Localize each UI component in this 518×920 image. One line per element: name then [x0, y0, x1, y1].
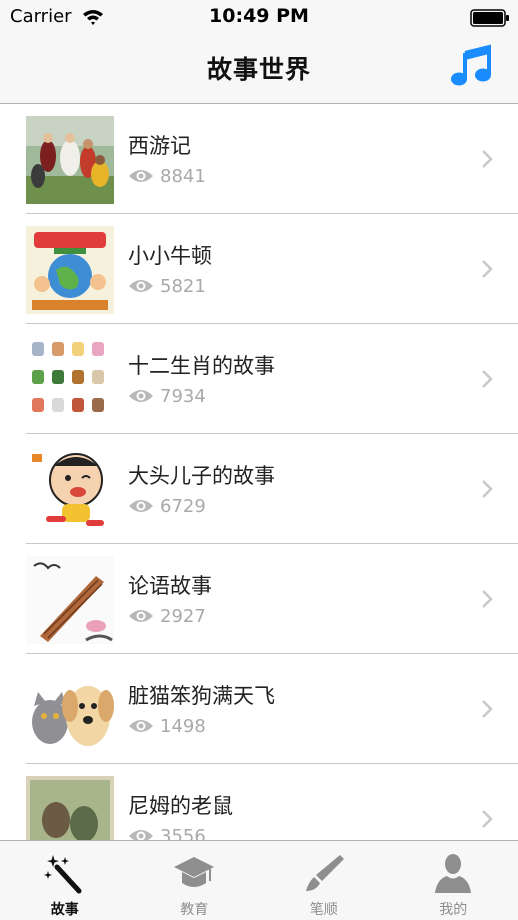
story-title: 尼姆的老鼠 — [128, 794, 233, 818]
view-count-row: 1498 — [128, 714, 206, 738]
tab-stroke-order[interactable]: 笔顺 — [259, 841, 389, 920]
tab-label: 我的 — [439, 902, 468, 918]
tab-label: 教育 — [180, 902, 209, 918]
eye-icon — [129, 280, 153, 292]
list-item[interactable]: 论语故事 2927 — [0, 544, 518, 654]
app-screen: Carrier 10:49 PM 故事世界 西游记 8841 小小牛顿 5821… — [0, 0, 518, 920]
chevron-right-icon — [482, 810, 493, 828]
eye-icon — [129, 830, 153, 840]
header: Carrier 10:49 PM 故事世界 — [0, 0, 518, 104]
magic-wand-icon — [43, 855, 82, 894]
view-count-row: 2927 — [128, 604, 206, 628]
story-thumbnail — [26, 666, 114, 754]
list-item[interactable]: 尼姆的老鼠 3556 — [0, 764, 518, 840]
story-thumbnail — [26, 116, 114, 204]
eye-icon — [129, 170, 153, 182]
story-title: 小小牛顿 — [128, 244, 212, 268]
chevron-right-icon — [482, 260, 493, 278]
story-thumbnail — [26, 776, 114, 840]
page-title: 故事世界 — [206, 55, 311, 84]
story-title: 论语故事 — [128, 574, 212, 598]
status-bar: Carrier 10:49 PM — [0, 0, 518, 34]
tab-label: 笔顺 — [309, 902, 338, 918]
chevron-right-icon — [482, 370, 493, 388]
view-count: 8841 — [160, 165, 206, 187]
view-count: 3556 — [160, 825, 206, 841]
story-list[interactable]: 西游记 8841 小小牛顿 5821 十二生肖的故事 7934 大头儿子的故事 … — [0, 104, 518, 840]
list-item[interactable]: 西游记 8841 — [0, 104, 518, 214]
tab-bar: 故事 教育 笔顺 我的 — [0, 840, 518, 920]
eye-icon — [129, 500, 153, 512]
music-note-icon[interactable] — [450, 44, 494, 88]
view-count-row: 5821 — [128, 274, 206, 298]
graduation-cap-icon — [174, 857, 215, 887]
view-count-row: 3556 — [128, 824, 206, 840]
status-time: 10:49 PM — [209, 5, 309, 27]
story-title: 十二生肖的故事 — [128, 354, 275, 378]
view-count: 6729 — [160, 495, 206, 517]
list-item[interactable]: 十二生肖的故事 7934 — [0, 324, 518, 434]
eye-icon — [129, 720, 153, 732]
view-count: 1498 — [160, 715, 206, 737]
view-count-row: 6729 — [128, 494, 206, 518]
story-thumbnail — [26, 556, 114, 644]
tab-stories[interactable]: 故事 — [0, 841, 130, 920]
tab-education[interactable]: 教育 — [130, 841, 260, 920]
list-item[interactable]: 大头儿子的故事 6729 — [0, 434, 518, 544]
view-count: 7934 — [160, 385, 206, 407]
brush-icon — [305, 855, 344, 891]
story-title: 西游记 — [128, 134, 191, 158]
chevron-right-icon — [482, 590, 493, 608]
battery-icon — [470, 9, 509, 27]
story-thumbnail — [26, 336, 114, 424]
tab-profile[interactable]: 我的 — [389, 841, 518, 920]
tab-label: 故事 — [50, 902, 79, 918]
list-item[interactable]: 小小牛顿 5821 — [0, 214, 518, 324]
story-thumbnail — [26, 226, 114, 314]
story-title: 脏猫笨狗满天飞 — [128, 684, 275, 708]
story-title: 大头儿子的故事 — [128, 464, 275, 488]
view-count-row: 8841 — [128, 164, 206, 188]
view-count: 5821 — [160, 275, 206, 297]
chevron-right-icon — [482, 700, 493, 718]
eye-icon — [129, 610, 153, 622]
view-count-row: 7934 — [128, 384, 206, 408]
list-item[interactable]: 脏猫笨狗满天飞 1498 — [0, 654, 518, 764]
eye-icon — [129, 390, 153, 402]
chevron-right-icon — [482, 480, 493, 498]
person-icon — [435, 854, 472, 893]
chevron-right-icon — [482, 150, 493, 168]
story-thumbnail — [26, 446, 114, 534]
view-count: 2927 — [160, 605, 206, 627]
